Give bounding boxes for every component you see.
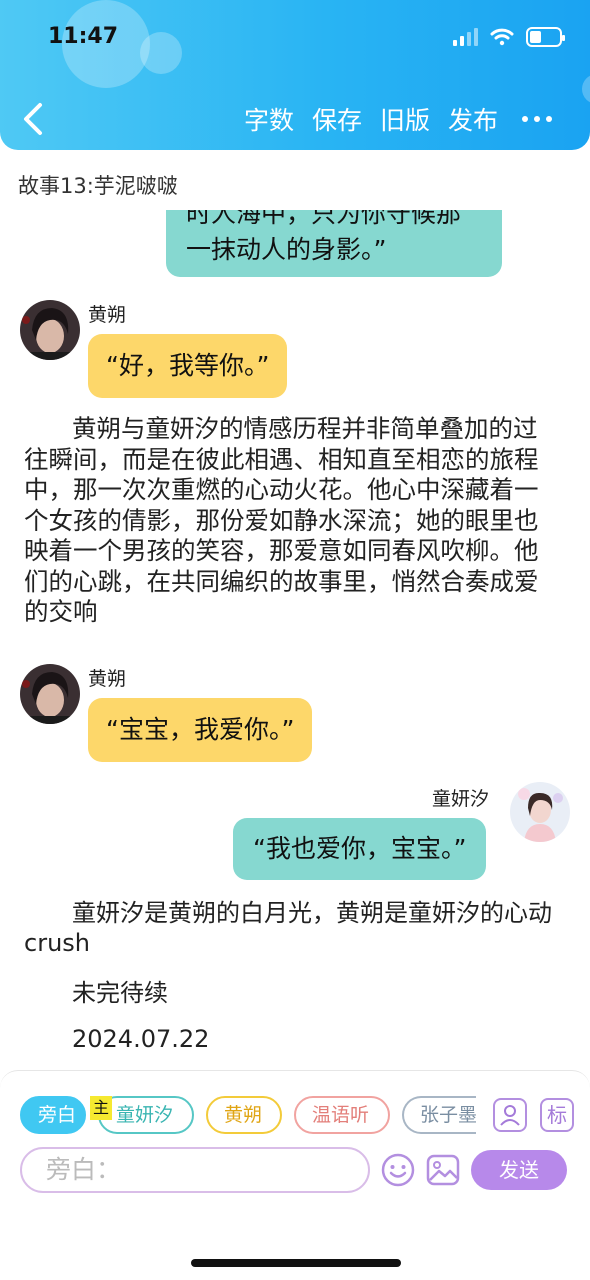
narration-text: 未完待续 xyxy=(72,979,168,1007)
narration-paragraph: 2024.07.22 xyxy=(24,1024,554,1054)
story-content: 时人海中，只为你守候那 一抹动人的身影。” 黄朔 “好，我等你。” 黄朔与童妍汐… xyxy=(0,210,590,1070)
send-button[interactable]: 发送 xyxy=(471,1150,567,1190)
narration-text: 童妍汐是黄朔的白月光，黄朔是童妍汐的心动crush xyxy=(24,899,552,957)
character-icon[interactable] xyxy=(493,1098,527,1132)
speaker-name: 黄朔 xyxy=(88,668,127,690)
decor-bubble xyxy=(582,74,590,104)
role-chip-zhangzimo[interactable]: 张子墨 xyxy=(402,1096,476,1134)
toolbar-menu: 字数 保存 旧版 发布 xyxy=(244,101,498,137)
decor-bubble xyxy=(140,32,182,74)
role-chip-wenyuting[interactable]: 温语听 xyxy=(294,1096,390,1134)
publish-button[interactable]: 发布 xyxy=(448,101,498,137)
message-bubble-right[interactable]: 时人海中，只为你守候那 一抹动人的身影。” xyxy=(166,210,502,277)
old-version-button[interactable]: 旧版 xyxy=(380,101,430,137)
role-chip-narrator[interactable]: 旁白 xyxy=(20,1096,86,1134)
word-count-button[interactable]: 字数 xyxy=(244,101,294,137)
master-badge: 主 xyxy=(90,1096,112,1120)
signal-icon xyxy=(453,28,478,46)
narration-text: 2024.07.22 xyxy=(72,1025,210,1053)
role-chip-huangshuo[interactable]: 黄朔 xyxy=(206,1096,282,1134)
image-icon[interactable] xyxy=(426,1154,460,1186)
narration-paragraph: 黄朔与童妍汐的情感历程并非简单叠加的过往瞬间，而是在彼此相遇、相知直至相恋的旅程… xyxy=(24,414,554,628)
more-options-icon[interactable] xyxy=(522,116,552,122)
avatar-tongyanxi[interactable] xyxy=(510,782,570,842)
avatar-huangshuo[interactable] xyxy=(20,300,80,360)
message-line: 时人海中，只为你守候那 xyxy=(186,210,462,228)
role-chip-tongyanxi[interactable]: 童妍汐 xyxy=(98,1096,194,1134)
back-icon[interactable] xyxy=(20,102,46,136)
status-time: 11:47 xyxy=(48,24,119,49)
narration-paragraph: 童妍汐是黄朔的白月光，黄朔是童妍汐的心动crush xyxy=(24,898,554,958)
home-indicator[interactable] xyxy=(191,1259,401,1267)
app-header: 11:47 字数 保存 旧版 发布 xyxy=(0,0,590,150)
wifi-icon xyxy=(490,28,514,46)
speaker-name: 童妍汐 xyxy=(432,788,490,810)
narration-paragraph: 未完待续 xyxy=(24,978,554,1008)
message-bubble-left[interactable]: “宝宝，我爱你。” xyxy=(88,698,313,762)
narration-text: 黄朔与童妍汐的情感历程并非简单叠加的过往瞬间，而是在彼此相遇、相知直至相恋的旅程… xyxy=(24,414,539,626)
message-line: 一抹动人的身影。” xyxy=(186,235,387,264)
message-bubble-right[interactable]: “我也爱你，宝宝。” xyxy=(233,818,487,880)
battery-icon xyxy=(526,27,565,47)
emoji-icon[interactable] xyxy=(380,1152,416,1188)
message-input[interactable]: 旁白： xyxy=(20,1147,370,1193)
story-title: 故事13:芋泥啵啵 xyxy=(18,174,178,198)
avatar-huangshuo[interactable] xyxy=(20,664,80,724)
tag-icon[interactable]: 标 xyxy=(540,1098,574,1132)
save-button[interactable]: 保存 xyxy=(312,101,362,137)
message-bubble-left[interactable]: “好，我等你。” xyxy=(88,334,288,398)
speaker-name: 黄朔 xyxy=(88,304,127,326)
status-icons xyxy=(453,26,565,48)
